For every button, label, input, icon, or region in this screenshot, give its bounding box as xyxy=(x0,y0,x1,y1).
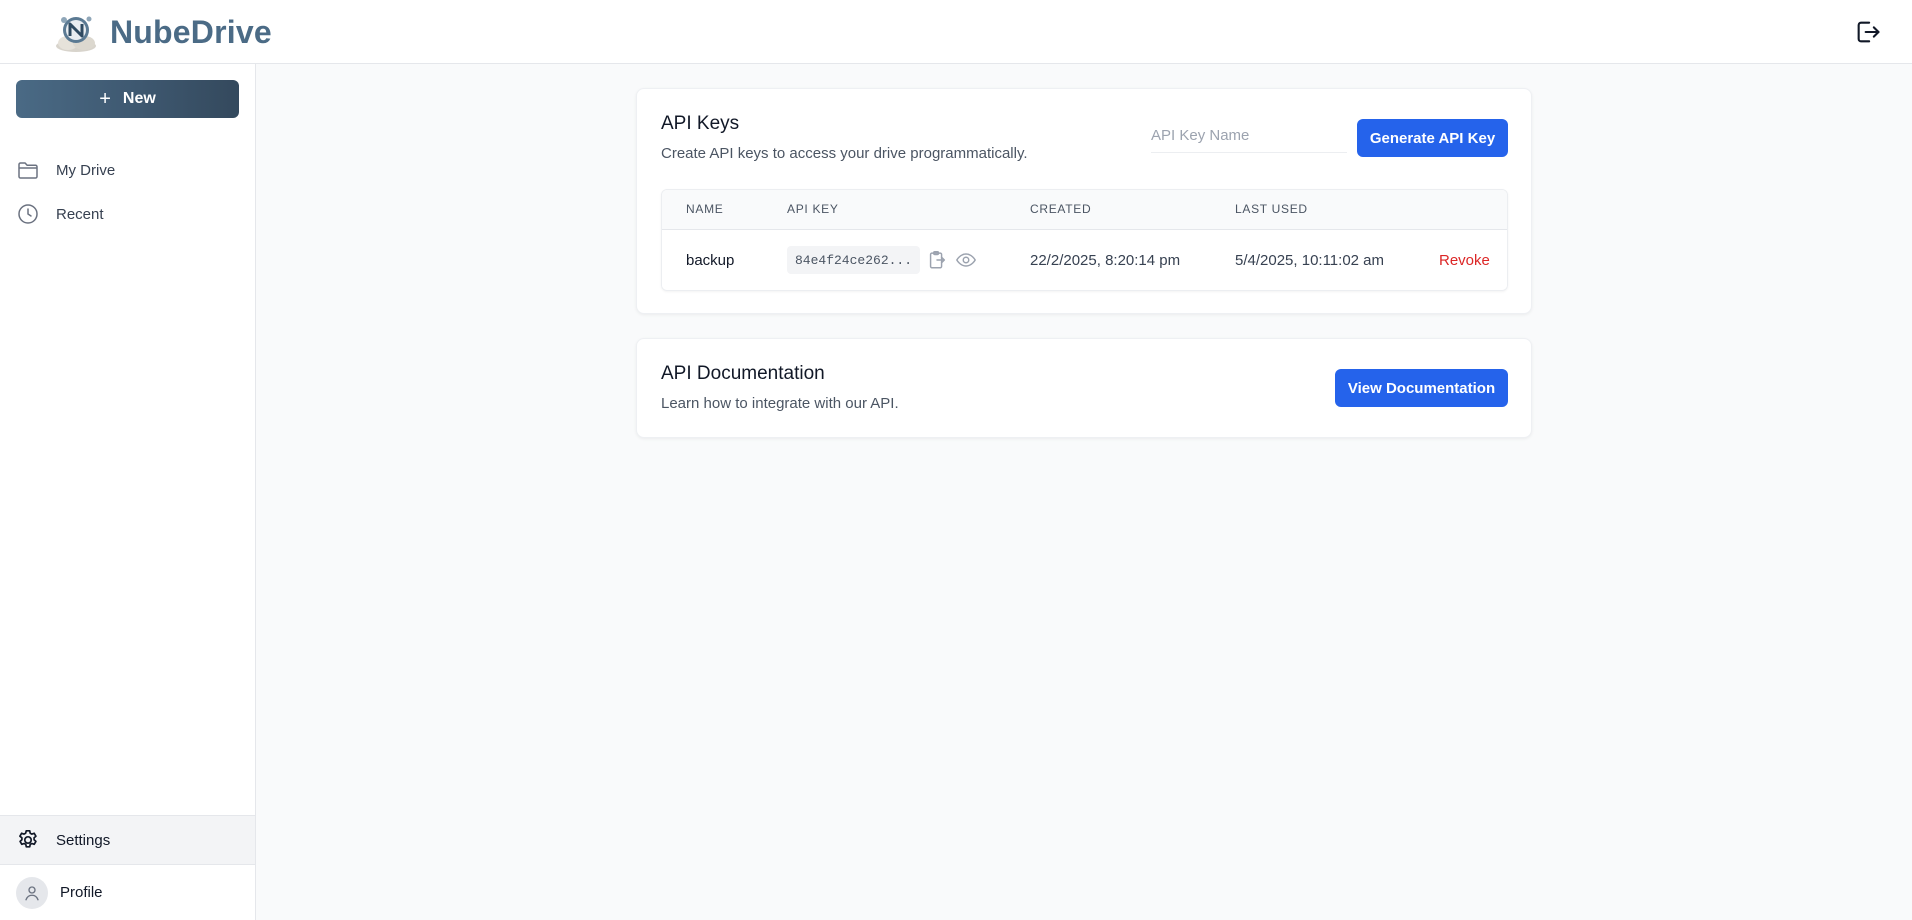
folder-icon xyxy=(18,162,38,179)
api-key-name-input[interactable] xyxy=(1151,119,1347,153)
api-keys-subtitle: Create API keys to access your drive pro… xyxy=(661,145,1028,162)
key-created: 22/2/2025, 8:20:14 pm xyxy=(1030,252,1181,269)
sidebar-item-label: My Drive xyxy=(56,161,116,179)
sidebar-item-profile[interactable]: Profile xyxy=(0,864,255,920)
sidebar-item-recent[interactable]: Recent xyxy=(0,194,255,234)
table-row: backup 84e4f24ce262... 22/2/2025, 8:20:1… xyxy=(662,230,1507,290)
copy-icon[interactable] xyxy=(926,249,948,271)
sidebar-item-label: Recent xyxy=(56,205,104,223)
gear-icon xyxy=(19,829,37,848)
eye-icon[interactable] xyxy=(955,249,977,271)
api-keys-card: API Keys Create API keys to access your … xyxy=(636,88,1532,314)
api-docs-subtitle: Learn how to integrate with our API. xyxy=(661,395,899,412)
sidebar-item-my-drive[interactable]: My Drive xyxy=(0,150,255,190)
new-button-label: New xyxy=(122,90,156,107)
brand[interactable]: NubeDrive xyxy=(52,10,272,54)
logo-icon xyxy=(56,16,96,52)
user-icon xyxy=(25,885,39,900)
avatar xyxy=(16,876,48,909)
api-key-value: 84e4f24ce262... xyxy=(787,246,921,274)
sidebar-item-label: Profile xyxy=(60,884,103,901)
sidebar-item-label: Settings xyxy=(56,831,111,849)
key-last-used: 5/4/2025, 10:11:02 am xyxy=(1235,252,1385,269)
api-keys-table: Name API Key Created Last Used backup 84… xyxy=(661,189,1508,291)
top-bar: NubeDrive xyxy=(0,0,1912,64)
plus-icon: + xyxy=(99,88,111,110)
key-name: backup xyxy=(686,252,735,269)
api-docs-card: API Documentation Learn how to integrate… xyxy=(636,338,1532,438)
view-documentation-button[interactable]: View Documentation xyxy=(1335,369,1508,407)
app-name: NubeDrive xyxy=(110,13,272,50)
column-header-created: Created xyxy=(1030,202,1092,216)
column-header-name: Name xyxy=(686,202,724,216)
api-docs-title: API Documentation xyxy=(661,363,825,384)
generate-api-key-button[interactable]: Generate API Key xyxy=(1357,119,1508,157)
new-button[interactable]: + New xyxy=(16,80,239,118)
table-header: Name API Key Created Last Used xyxy=(662,190,1507,230)
column-header-last-used: Last Used xyxy=(1235,202,1308,216)
sidebar-footer: Settings Profile xyxy=(0,815,255,909)
column-header-api-key: API Key xyxy=(787,202,839,216)
api-keys-title: API Keys xyxy=(661,113,740,134)
revoke-button[interactable]: Revoke xyxy=(1439,252,1490,269)
logout-icon[interactable] xyxy=(1854,18,1882,46)
sidebar-item-settings[interactable]: Settings xyxy=(0,816,255,864)
sidebar: + New My Drive Recent Settings Profile xyxy=(0,64,256,920)
clock-icon xyxy=(18,204,38,224)
